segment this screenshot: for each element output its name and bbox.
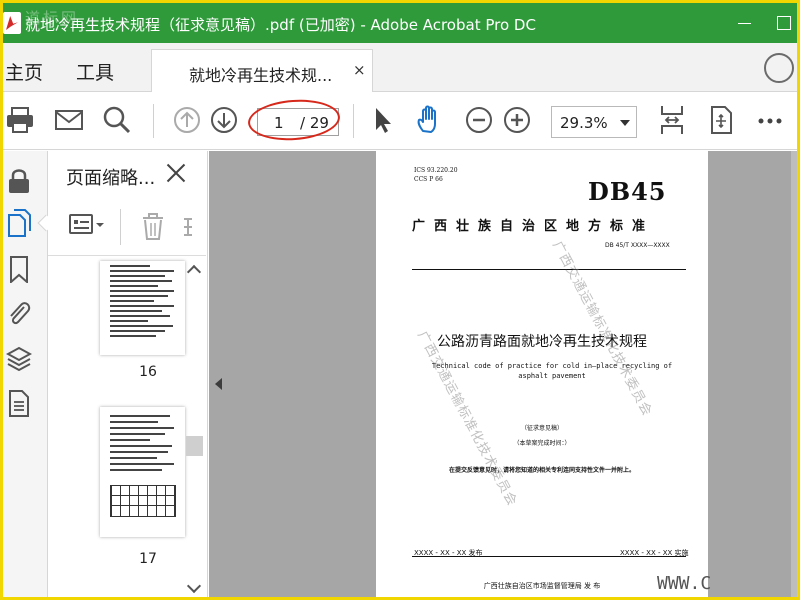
- toolbar: 1 / 29 29.3%: [3, 92, 797, 150]
- previous-page-icon[interactable]: [172, 104, 202, 136]
- zoom-out-icon[interactable]: [464, 104, 494, 136]
- page-thumbnail[interactable]: [100, 261, 185, 355]
- collapse-panel-icon[interactable]: [215, 378, 222, 390]
- scroll-up-icon[interactable]: [186, 264, 202, 280]
- acrobat-window: 道标网 就地冷再生技术规程（征求意见稿）.pdf (已加密) - Adobe A…: [3, 3, 797, 597]
- scroll-down-icon[interactable]: [186, 578, 202, 594]
- help-icon[interactable]: [764, 53, 794, 83]
- scrollbar-thumb[interactable]: [186, 436, 203, 456]
- lock-icon[interactable]: [6, 167, 32, 195]
- scrolling-mode-icon[interactable]: [706, 104, 736, 136]
- title-bar: 道标网 就地冷再生技术规程（征求意见稿）.pdf (已加密) - Adobe A…: [3, 3, 797, 43]
- select-cursor-icon[interactable]: [367, 104, 397, 136]
- toolbar-divider: [353, 104, 354, 138]
- page-thumbnail[interactable]: [100, 407, 185, 537]
- close-tab-icon[interactable]: ×: [353, 61, 366, 79]
- footer-rule: [412, 556, 686, 557]
- attachment-icon[interactable]: [6, 299, 32, 327]
- next-page-icon[interactable]: [209, 104, 239, 136]
- window-title: 就地冷再生技术规程（征求意见稿）.pdf (已加密) - Adobe Acrob…: [25, 16, 536, 34]
- print-icon[interactable]: [5, 104, 35, 136]
- more-tools-icon[interactable]: [755, 104, 785, 136]
- chevron-down-icon: [620, 120, 630, 126]
- email-icon[interactable]: [54, 104, 84, 136]
- tab-tools[interactable]: 工具: [76, 58, 114, 85]
- thumbnail-page-label: 16: [139, 364, 157, 380]
- document-properties-icon[interactable]: [6, 389, 32, 417]
- document-tab-label: 就地冷再生技术规...: [189, 66, 333, 85]
- maximize-icon[interactable]: [774, 13, 794, 33]
- zoom-level-select[interactable]: 29.3%: [551, 106, 637, 138]
- thumbnail-options-icon[interactable]: [68, 211, 108, 239]
- panel-divider: [120, 209, 121, 245]
- header-rule: [412, 269, 686, 270]
- tab-document[interactable]: 就地冷再生技术规... ×: [151, 49, 373, 93]
- tab-home[interactable]: 主页: [5, 58, 43, 85]
- pages-icon[interactable]: [6, 209, 32, 237]
- document-view[interactable]: ICS 93.220.20 CCS P 66 DB45 广西壮族自治区地方标准 …: [209, 151, 797, 597]
- standard-code: DB45: [588, 177, 667, 206]
- thumbnail-page-label: 17: [139, 551, 157, 567]
- pdf-page: ICS 93.220.20 CCS P 66 DB45 广西壮族自治区地方标准 …: [376, 151, 708, 597]
- thumbnail-scrollbar[interactable]: [185, 261, 203, 597]
- draft-label: （征求意见稿）: [520, 425, 563, 432]
- document-scrollbar[interactable]: [791, 151, 797, 597]
- insert-page-icon[interactable]: [182, 215, 198, 241]
- page-thumbnails-panel: 页面缩略... 16 17: [48, 151, 208, 597]
- fit-page-icon[interactable]: [657, 104, 687, 136]
- draft-completion-note: （本草案完成时间：）: [513, 440, 571, 447]
- page-watermark: 广西交通运输标准化技术委员会: [414, 328, 520, 509]
- toolbar-divider: [153, 104, 154, 138]
- acrobat-app-icon: [3, 12, 21, 34]
- search-icon[interactable]: [102, 104, 132, 136]
- hand-tool-icon[interactable]: [414, 104, 444, 136]
- zoom-in-icon[interactable]: [502, 104, 532, 136]
- standard-number: DB 45/T XXXX—XXXX: [605, 242, 670, 249]
- page-number-highlight-ring: [246, 96, 342, 144]
- page-watermark: 广西交通运输标准化技术委员会: [549, 238, 655, 419]
- standard-header: 广西壮族自治区地方标准: [412, 219, 655, 234]
- tab-bar: 主页 工具 就地冷再生技术规... ×: [3, 43, 797, 93]
- minimize-icon[interactable]: [735, 13, 755, 33]
- close-panel-icon[interactable]: [166, 163, 186, 183]
- bookmark-icon[interactable]: [6, 255, 32, 285]
- delete-page-icon[interactable]: [140, 211, 166, 241]
- zoom-level-value: 29.3%: [560, 114, 608, 132]
- navigation-rail: [3, 151, 55, 597]
- panel-toolbar-divider: [48, 255, 206, 256]
- layers-icon[interactable]: [5, 345, 33, 373]
- site-watermark: WWW.C: [657, 573, 712, 594]
- patent-note: 在提交反馈意见时，请将您知道的相关专利连同支持性文件一并附上。: [448, 467, 635, 474]
- ics-code: ICS 93.220.20 CCS P 66: [414, 167, 458, 183]
- panel-title: 页面缩略...: [66, 168, 156, 189]
